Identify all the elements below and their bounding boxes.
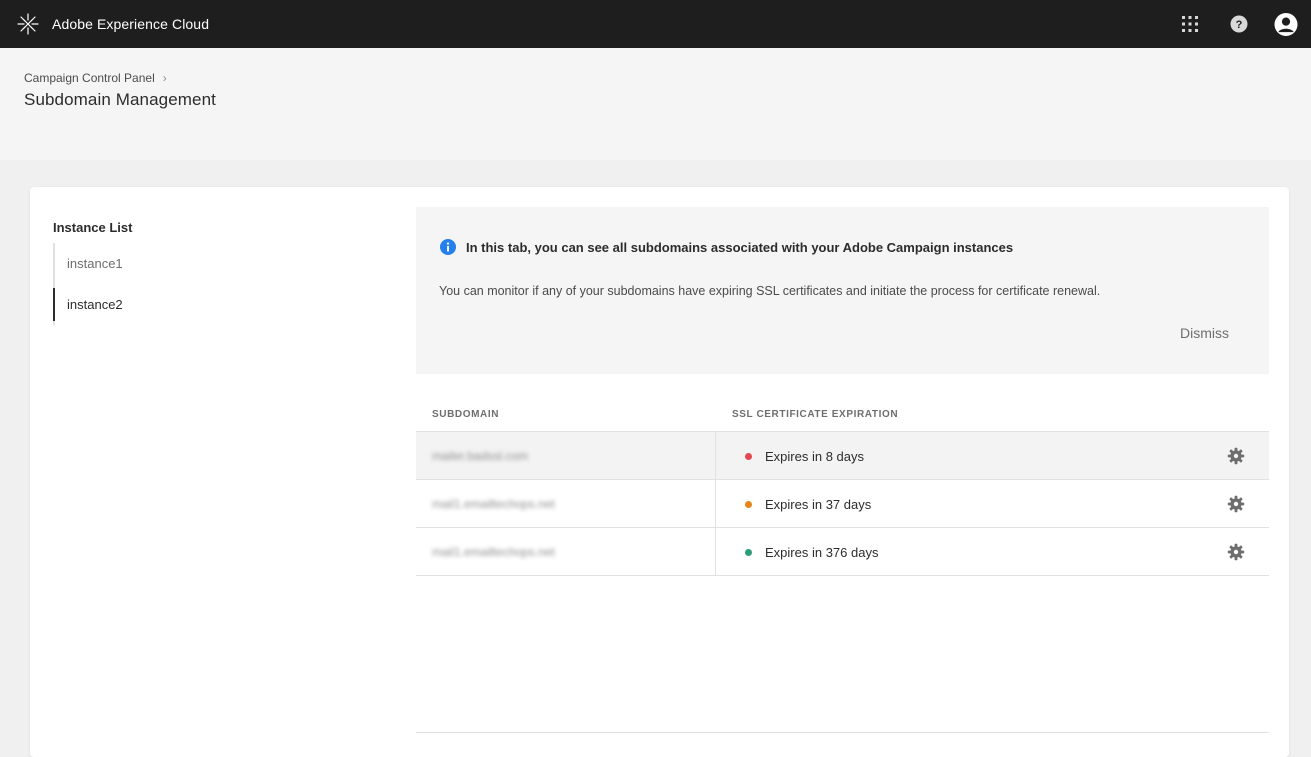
table-header: SUBDOMAIN SSL CERTIFICATE EXPIRATION xyxy=(416,394,1269,432)
info-description: You can monitor if any of your subdomain… xyxy=(439,284,1101,298)
status-dot-icon xyxy=(745,452,752,460)
subdomain-table: SUBDOMAIN SSL CERTIFICATE EXPIRATION mai… xyxy=(416,394,1269,576)
subdomain-cell: mail1.emailtechops.net xyxy=(416,480,716,528)
page-title: Subdomain Management xyxy=(24,90,216,109)
instance-list-item-instance1[interactable]: instance1 xyxy=(55,243,253,284)
apps-grid-icon[interactable] xyxy=(1178,12,1202,36)
user-profile-icon[interactable] xyxy=(1274,12,1298,36)
main-card: Instance List instance1 instance2 In thi… xyxy=(30,187,1289,757)
chevron-right-icon: › xyxy=(162,71,167,85)
svg-text:?: ? xyxy=(1236,19,1243,31)
subdomain-value: mailer.badssl.com xyxy=(432,449,529,463)
global-nav-bar: Adobe Experience Cloud ? xyxy=(0,0,1311,48)
info-title: In this tab, you can see all subdomains … xyxy=(466,239,1014,255)
ssl-expiration-cell: Expires in 8 days xyxy=(716,432,864,480)
subdomain-value: mail1.emailtechops.net xyxy=(432,545,555,559)
instance-list-title: Instance List xyxy=(53,220,133,235)
page-header: Campaign Control Panel › Subdomain Manag… xyxy=(0,48,1311,160)
gear-icon[interactable] xyxy=(1227,495,1245,513)
column-header-ssl-expiration[interactable]: SSL CERTIFICATE EXPIRATION xyxy=(732,409,898,420)
breadcrumb-link-campaign-control-panel[interactable]: Campaign Control Panel xyxy=(24,71,155,85)
table-row[interactable]: mail1.emailtechops.net Expires in 376 da… xyxy=(416,528,1269,576)
gear-icon[interactable] xyxy=(1227,447,1245,465)
expiration-text: Expires in 376 days xyxy=(765,544,879,560)
help-icon[interactable]: ? xyxy=(1227,12,1251,36)
brand-name: Adobe Experience Cloud xyxy=(52,16,210,32)
instance-list-item-instance2[interactable]: instance2 xyxy=(53,284,253,325)
info-icon xyxy=(440,239,456,255)
status-dot-icon xyxy=(745,500,752,508)
table-footer-divider xyxy=(416,732,1269,733)
table-row[interactable]: mailer.badssl.com Expires in 8 days xyxy=(416,432,1269,480)
subdomain-cell: mailer.badssl.com xyxy=(416,432,716,480)
table-row[interactable]: mail1.emailtechops.net Expires in 37 day… xyxy=(416,480,1269,528)
brand[interactable]: Adobe Experience Cloud xyxy=(16,12,209,36)
adobe-experience-cloud-logo-icon xyxy=(16,12,40,36)
ssl-expiration-cell: Expires in 376 days xyxy=(716,528,878,576)
subdomain-value: mail1.emailtechops.net xyxy=(432,497,555,511)
ssl-expiration-cell: Expires in 37 days xyxy=(716,480,871,528)
dismiss-button[interactable]: Dismiss xyxy=(1180,325,1229,341)
instance-list: instance1 instance2 xyxy=(53,243,253,325)
info-banner: In this tab, you can see all subdomains … xyxy=(416,207,1269,374)
breadcrumb: Campaign Control Panel › xyxy=(24,71,167,85)
expiration-text: Expires in 37 days xyxy=(765,496,872,512)
info-header: In this tab, you can see all subdomains … xyxy=(440,239,1013,255)
gear-icon[interactable] xyxy=(1227,543,1245,561)
status-dot-icon xyxy=(745,548,752,556)
column-header-subdomain[interactable]: SUBDOMAIN xyxy=(432,409,499,420)
subdomain-cell: mail1.emailtechops.net xyxy=(416,528,716,576)
expiration-text: Expires in 8 days xyxy=(765,448,864,464)
